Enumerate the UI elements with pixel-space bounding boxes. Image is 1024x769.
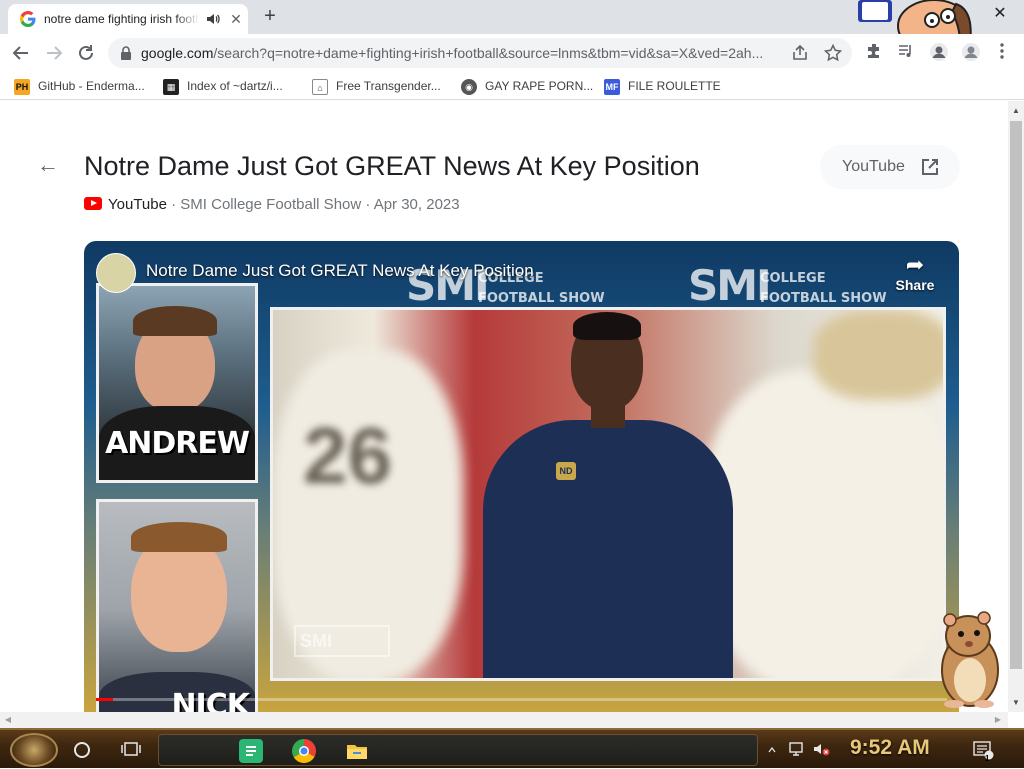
- scroll-left-icon[interactable]: ◀: [0, 712, 16, 728]
- banner-logo: SMI COLLEGE FOOTBALL SHOW: [688, 261, 887, 310]
- taskbar-apps: [158, 734, 758, 766]
- video-player[interactable]: SMI COLLEGE FOOTBALL SHOW SMI COLLEGE FO…: [84, 241, 959, 712]
- reload-icon: [79, 45, 93, 60]
- tab-strip: notre dame fighting irish football ✕ + ✕: [0, 0, 1024, 57]
- url-text[interactable]: google.com/search?q=notre+dame+fighting+…: [141, 45, 781, 61]
- search-circle-icon[interactable]: [74, 742, 90, 758]
- scroll-thumb[interactable]: [1010, 121, 1022, 669]
- bookmark-file-roulette[interactable]: MF FILE ROULETTE: [604, 77, 721, 95]
- bookmark-index[interactable]: ▦ Index of ~dartz/i...: [163, 77, 283, 95]
- notification-center-icon[interactable]: 1: [972, 740, 994, 763]
- taskbar-clock[interactable]: 9:52 AM: [850, 736, 930, 760]
- url-path: /search?q=notre+dame+fighting+irish+foot…: [213, 45, 764, 61]
- host-hair: [133, 306, 217, 336]
- video-meta: · SMI College Football Show · Apr 30, 20…: [166, 196, 460, 213]
- profile-icon[interactable]: [960, 42, 982, 64]
- mf-icon: MF: [604, 78, 620, 95]
- tab-close-icon[interactable]: ✕: [228, 11, 244, 27]
- address-bar[interactable]: google.com/search?q=notre+dame+fighting+…: [108, 38, 852, 68]
- open-youtube-button[interactable]: YouTube: [820, 145, 960, 189]
- webcam-nick: NICK: [96, 499, 258, 712]
- back-arrow-icon[interactable]: ←: [36, 153, 60, 177]
- arrow-left-icon: [12, 46, 28, 60]
- host-hair: [131, 522, 227, 552]
- video-title: Notre Dame Just Got GREAT News At Key Po…: [84, 151, 700, 181]
- jersey-number: 26: [303, 411, 392, 500]
- back-button[interactable]: [10, 42, 32, 64]
- youtube-button-label: YouTube: [842, 158, 905, 175]
- speaker-icon[interactable]: [206, 12, 220, 26]
- banner-small: COLLEGE FOOTBALL SHOW: [760, 271, 887, 306]
- forward-button[interactable]: [43, 42, 65, 64]
- reload-button[interactable]: [75, 42, 97, 64]
- system-tray: [764, 734, 844, 766]
- progress-fill: [96, 698, 114, 701]
- bookmark-github[interactable]: PH GitHub - Enderma...: [14, 77, 145, 95]
- bookmark-gay[interactable]: ◉ GAY RAPE PORN...: [461, 77, 593, 95]
- file-explorer-icon[interactable]: [345, 739, 369, 763]
- lock-icon[interactable]: [120, 46, 132, 60]
- vertical-scrollbar[interactable]: ▲ ▼: [1008, 101, 1024, 712]
- source-name[interactable]: YouTube: [108, 196, 167, 213]
- youtube-logo-icon: [84, 197, 102, 210]
- chevron-up-icon[interactable]: [768, 746, 776, 754]
- progress-bar[interactable]: [96, 698, 947, 701]
- scroll-right-icon[interactable]: ▶: [990, 712, 1006, 728]
- house-icon: ⌂: [312, 78, 328, 95]
- browser-toolbar: google.com/search?q=notre+dame+fighting+…: [0, 34, 1024, 72]
- horizontal-scrollbar[interactable]: ◀ ▶: [0, 712, 1008, 728]
- task-view-icon[interactable]: [121, 740, 141, 758]
- webcam-andrew: ANDREW: [96, 283, 258, 483]
- ph-icon: PH: [14, 78, 30, 95]
- notification-badge: 1: [985, 754, 990, 763]
- bookmark-free[interactable]: ⌂ Free Transgender...: [312, 77, 441, 95]
- bookmark-label: GAY RAPE PORN...: [485, 79, 594, 93]
- smi-watermark: SMI: [294, 625, 390, 657]
- hamster-icon: [941, 611, 999, 708]
- page-content: ← Notre Dame Just Got GREAT News At Key …: [0, 101, 1008, 712]
- share-button[interactable]: ➦ Share: [890, 252, 940, 294]
- media-control-icon[interactable]: [895, 42, 917, 64]
- arrow-right-icon: [47, 46, 63, 60]
- menu-kebab-icon[interactable]: [991, 42, 1013, 64]
- channel-avatar[interactable]: [96, 253, 136, 293]
- open-external-icon: [922, 159, 938, 175]
- start-button[interactable]: [10, 733, 58, 767]
- window-close-button[interactable]: ✕: [990, 4, 1010, 24]
- bookmark-label: Index of ~dartz/i...: [187, 79, 283, 93]
- bookmarks-bar: PH GitHub - Enderma... ▦ Index of ~dartz/i…: [0, 72, 1024, 100]
- chrome-icon[interactable]: [292, 739, 316, 763]
- blurred-player: [703, 370, 943, 678]
- taskbar: 9:52 AM 1: [0, 728, 1024, 768]
- scroll-down-icon[interactable]: ▼: [1008, 695, 1024, 711]
- share-arrow-icon: ➦: [905, 252, 925, 277]
- share-page-icon[interactable]: [791, 44, 809, 62]
- tab-active[interactable]: notre dame fighting irish football ✕: [8, 4, 248, 34]
- bookmark-label: Free Transgender...: [336, 79, 441, 93]
- grid-icon: ▦: [163, 78, 179, 95]
- google-icon: [20, 11, 36, 27]
- volume-muted-icon[interactable]: [812, 740, 830, 758]
- network-icon[interactable]: [788, 740, 806, 758]
- bookmark-label: GitHub - Enderma...: [38, 79, 145, 93]
- new-tab-button[interactable]: +: [260, 6, 280, 26]
- bookmark-star-icon[interactable]: [823, 43, 843, 62]
- cam-name-andrew: ANDREW: [105, 426, 250, 461]
- tab-title: notre dame fighting irish football: [44, 12, 199, 26]
- player-title[interactable]: Notre Dame Just Got GREAT News At Key Po…: [146, 261, 534, 281]
- banner-big: SMI: [688, 261, 772, 310]
- extensions-icon[interactable]: [863, 42, 885, 64]
- bookmark-label: FILE ROULETTE: [628, 79, 721, 93]
- blurred-helmet: [813, 310, 943, 400]
- scroll-up-icon[interactable]: ▲: [1008, 103, 1024, 119]
- notes-app-icon[interactable]: [239, 739, 263, 763]
- profile-avatar-icon[interactable]: [928, 42, 950, 64]
- globe-icon: ◉: [461, 78, 477, 95]
- coach-hair: [573, 312, 641, 340]
- url-host: google.com: [141, 45, 214, 61]
- notre-dame-logo: ND: [556, 462, 576, 480]
- share-label: Share: [895, 277, 935, 293]
- source-line: YouTube · SMI College Football Show · Ap…: [84, 196, 460, 213]
- coach-figure: [483, 420, 733, 678]
